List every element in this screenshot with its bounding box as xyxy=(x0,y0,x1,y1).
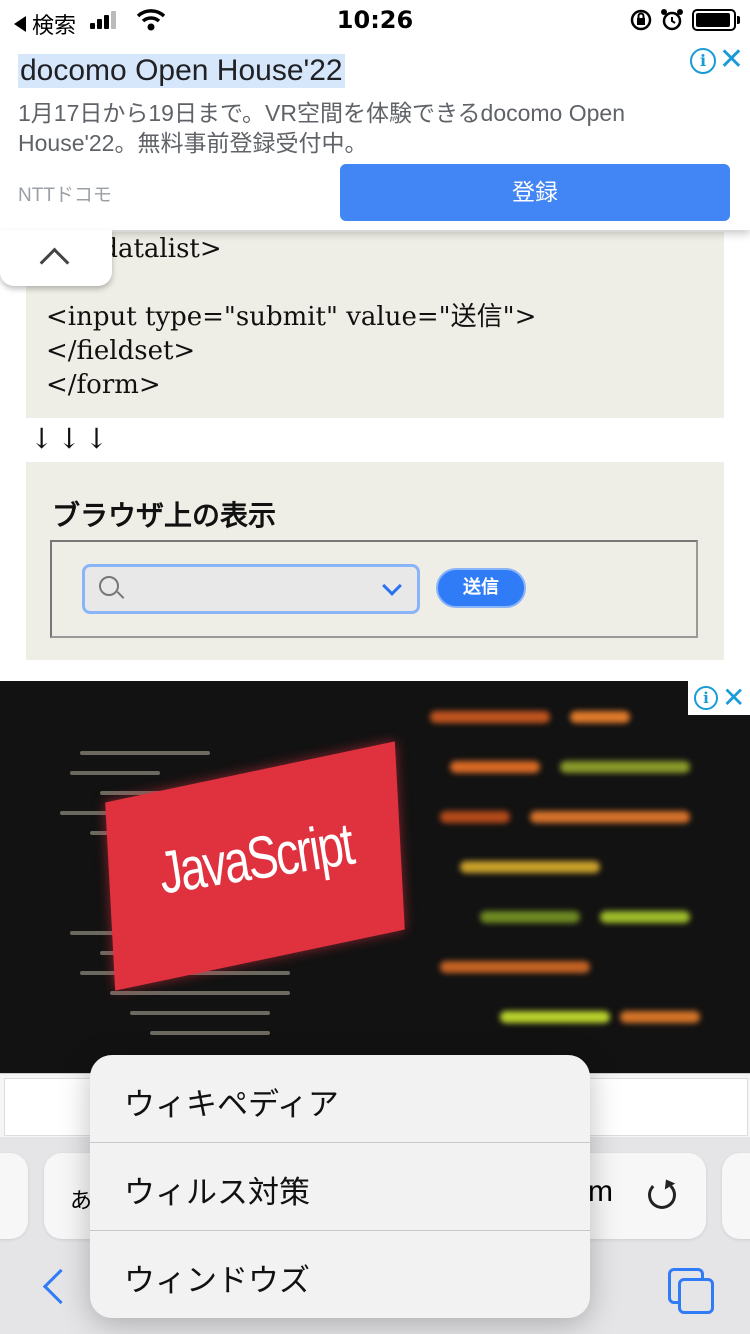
lock-rotation-icon xyxy=(630,9,652,31)
suggestion-item[interactable]: ウィキペディア xyxy=(90,1055,590,1143)
code-text: </datalist> <input type="submit" value="… xyxy=(46,234,537,400)
search-input[interactable] xyxy=(82,564,420,614)
info-icon[interactable]: i xyxy=(694,686,718,710)
tabs-icon[interactable] xyxy=(668,1268,714,1314)
submit-button[interactable]: 送信 xyxy=(436,568,526,608)
ad-advertiser: NTTドコモ xyxy=(18,185,112,206)
info-icon[interactable]: i xyxy=(690,48,716,74)
code-block: </datalist> <input type="submit" value="… xyxy=(26,232,724,418)
suggestion-label: ウィルス対策 xyxy=(124,1175,310,1211)
status-bar: 検索 10:26 xyxy=(0,0,750,40)
next-tab-pill[interactable] xyxy=(722,1153,750,1239)
close-icon[interactable]: ✕ xyxy=(722,681,745,714)
alarm-icon xyxy=(661,9,683,31)
image-ad[interactable]: JavaScript i ✕ xyxy=(0,681,750,1073)
top-banner-ad[interactable]: docomo Open House'22 1月17日から19日まで。VR空間を体… xyxy=(0,40,750,230)
demo-fieldset: 送信 xyxy=(50,540,698,638)
page-settings-button[interactable]: あ xyxy=(70,1183,92,1215)
chevron-down-icon[interactable] xyxy=(382,576,402,596)
suggestion-label: ウィキペディア xyxy=(124,1087,339,1123)
demo-heading: ブラウザ上の表示 xyxy=(52,499,277,532)
battery-icon xyxy=(692,9,740,31)
url-text: m xyxy=(588,1175,613,1208)
search-icon xyxy=(99,576,119,596)
ad-description: 1月17日から19日まで。VR空間を体験できるdocomo Open House… xyxy=(18,100,626,156)
demo-block: ブラウザ上の表示 送信 xyxy=(26,462,724,660)
suggestion-item[interactable]: ウィルス対策 xyxy=(90,1143,590,1231)
keyboard-suggestions: ウィキペディア ウィルス対策 ウィンドウズ xyxy=(90,1055,590,1318)
ad-collapse-button[interactable] xyxy=(0,230,112,286)
suggestion-item[interactable]: ウィンドウズ xyxy=(90,1231,590,1318)
ad-register-button[interactable]: 登録 xyxy=(340,164,730,221)
close-icon[interactable]: ✕ xyxy=(719,42,744,77)
down-arrows: ↓↓↓ xyxy=(30,422,113,455)
reload-icon[interactable] xyxy=(648,1181,676,1209)
suggestion-label: ウィンドウズ xyxy=(124,1263,310,1299)
chevron-up-icon xyxy=(39,247,70,278)
previous-tab-pill[interactable] xyxy=(0,1153,28,1239)
blurred-code xyxy=(420,681,750,1073)
ad-choices[interactable]: i ✕ xyxy=(688,681,750,715)
ad-title[interactable]: docomo Open House'22 xyxy=(18,54,345,88)
